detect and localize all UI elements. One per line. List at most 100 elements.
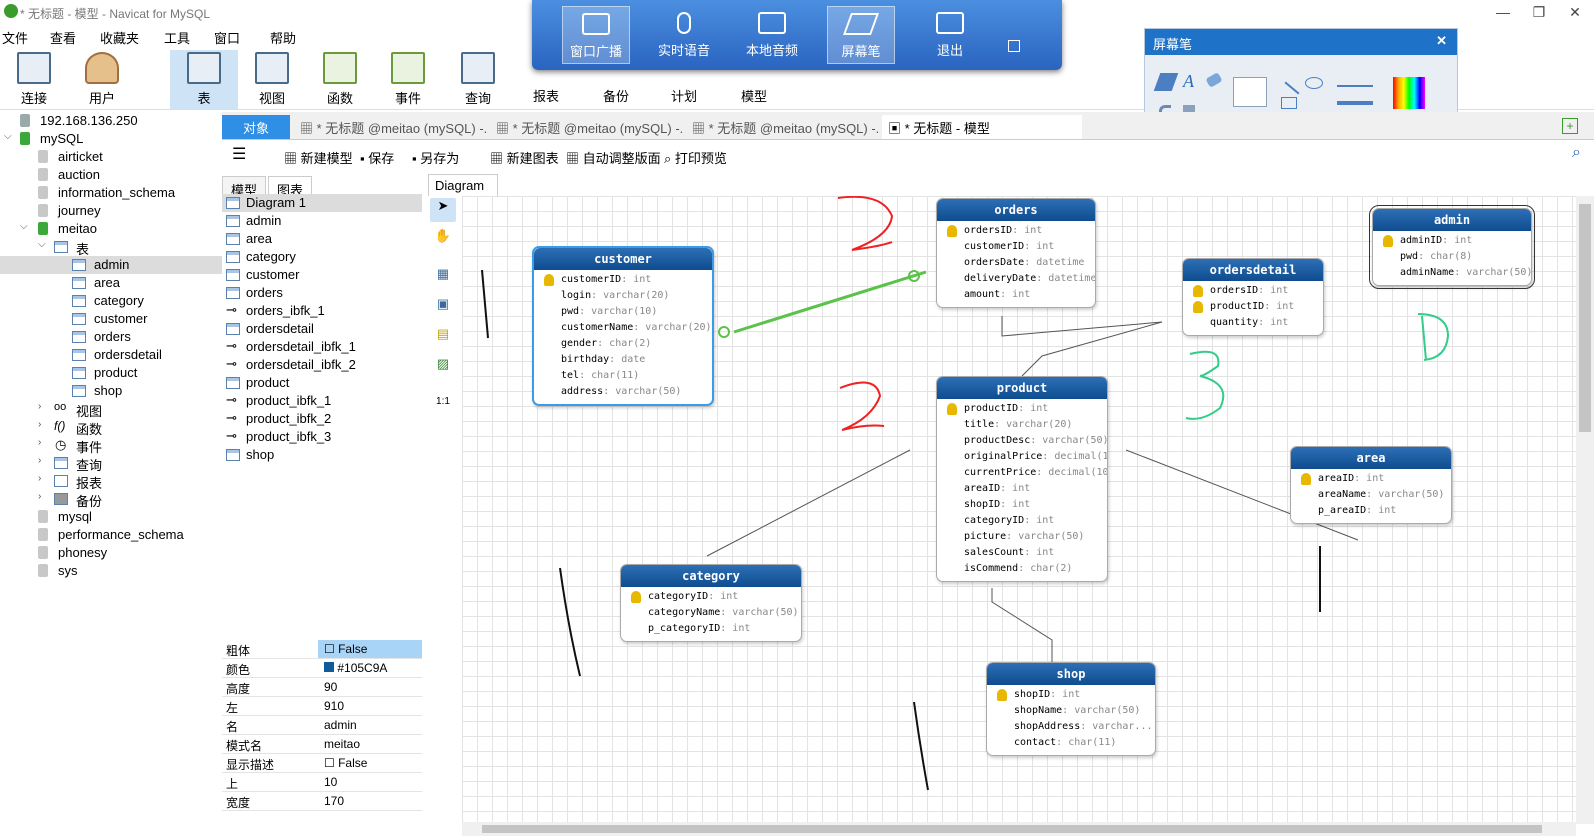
toolbar-model-button[interactable]: 模型 xyxy=(720,86,788,110)
tree-table[interactable]: category xyxy=(0,292,222,310)
field-row[interactable]: ordersID: int xyxy=(937,223,1095,239)
tree-server[interactable]: 192.168.136.250 xyxy=(0,112,222,130)
menu-tools[interactable]: 工具 xyxy=(164,28,190,47)
field-row[interactable]: isCommend: char(2) xyxy=(937,561,1107,577)
tree-table[interactable]: admin xyxy=(0,256,222,274)
relation-product-ordersdetail[interactable] xyxy=(1021,321,1163,377)
tree-table[interactable]: customer xyxy=(0,310,222,328)
toolbar-user-button[interactable]: 用户 xyxy=(68,50,136,110)
list-item-foreign-key[interactable]: ⊸ orders_ibfk_1 xyxy=(222,302,422,320)
new-diagram-button[interactable]: ▦ 新建图表 xyxy=(490,148,559,167)
field-row[interactable]: quantity: int xyxy=(1183,315,1323,331)
scrollbar-thumb[interactable] xyxy=(1579,204,1591,432)
tree-db-active[interactable]: ⌵ meitao xyxy=(0,220,222,238)
hand-tool-icon[interactable]: ✋ xyxy=(430,228,456,252)
tab-query[interactable]: ▦ * 无标题 @meitao (mySQL) -... xyxy=(294,115,488,139)
prop-row-color[interactable]: 颜色 #105C9A xyxy=(222,659,422,678)
field-row[interactable]: categoryID: int xyxy=(621,589,801,605)
field-row[interactable]: customerID: int xyxy=(937,239,1095,255)
rectangle-tool-icon[interactable] xyxy=(1281,97,1297,109)
brush-icon[interactable] xyxy=(1233,77,1267,107)
eraser-icon[interactable] xyxy=(1205,72,1223,88)
toolbar-view-button[interactable]: 视图 xyxy=(238,50,306,110)
entity-category[interactable]: category categoryID: int categoryName: v… xyxy=(620,564,802,642)
field-row[interactable]: login: varchar(20) xyxy=(534,288,712,304)
new-table-tool-icon[interactable]: ▦ xyxy=(430,266,456,290)
field-row[interactable]: shopName: varchar(50) xyxy=(987,703,1155,719)
tree-table[interactable]: ordersdetail xyxy=(0,346,222,364)
hamburger-menu-icon[interactable]: ☰ xyxy=(232,144,246,164)
prop-value[interactable]: 170 xyxy=(324,794,344,808)
list-item-foreign-key[interactable]: ⊸ ordersdetail_ibfk_2 xyxy=(222,356,422,374)
field-row[interactable]: ordersID: int xyxy=(1183,283,1323,299)
field-row[interactable]: title: varchar(20) xyxy=(937,417,1107,433)
prop-value[interactable]: 910 xyxy=(324,699,344,713)
prop-row-schema[interactable]: 模式名 meitao xyxy=(222,735,422,754)
prop-value[interactable]: #105C9A xyxy=(324,661,387,675)
save-as-button[interactable]: ▪ 另存为 xyxy=(412,148,459,167)
local-audio-button[interactable]: 本地音频 xyxy=(738,6,806,64)
field-row[interactable]: shopAddress: varchar... xyxy=(987,719,1155,735)
prop-row-bold[interactable]: 粗体 ☐ False xyxy=(222,640,422,659)
field-row[interactable]: customerID: int xyxy=(534,272,712,288)
tree-node-events[interactable]: › ◷ 事件 xyxy=(0,436,222,455)
screen-pen-button[interactable]: 屏幕笔 xyxy=(827,6,895,64)
tab-model[interactable]: ▣ * 无标题 - 模型 xyxy=(882,115,1082,139)
new-view-tool-icon[interactable]: ▣ xyxy=(430,296,456,320)
window-broadcast-button[interactable]: 窗口广播 xyxy=(562,6,630,64)
print-preview-button[interactable]: ⌕ 打印预览 xyxy=(664,148,727,167)
tab-diagram-1[interactable]: Diagram 1 xyxy=(428,174,498,208)
tree-table[interactable]: area xyxy=(0,274,222,292)
close-button[interactable]: ✕ xyxy=(1560,4,1590,21)
field-row[interactable]: deliveryDate: datetime xyxy=(937,271,1095,287)
list-item-table[interactable]: product xyxy=(222,374,422,392)
field-row[interactable]: amount: int xyxy=(937,287,1095,303)
prop-value[interactable]: ☐ False xyxy=(324,756,367,770)
entity-orders[interactable]: orders ordersID: int customerID: int ord… xyxy=(936,198,1096,308)
tree-db[interactable]: mysql xyxy=(0,508,222,526)
tree-node-queries[interactable]: › 查询 xyxy=(0,454,222,473)
field-row[interactable]: address: varchar(50) xyxy=(534,384,712,400)
field-row[interactable]: p_areaID: int xyxy=(1291,503,1451,519)
list-item-table[interactable]: admin xyxy=(222,212,422,230)
entity-product[interactable]: product productID: int title: varchar(20… xyxy=(936,376,1108,582)
field-row[interactable]: productID: int xyxy=(1183,299,1323,315)
text-tool-icon[interactable]: A xyxy=(1183,71,1194,92)
list-item-table[interactable]: customer xyxy=(222,266,422,284)
exit-broadcast-button[interactable]: 退出 xyxy=(916,6,984,64)
tree-table[interactable]: shop xyxy=(0,382,222,400)
prop-row-name[interactable]: 名 admin xyxy=(222,716,422,735)
pen-close-button[interactable]: ✕ xyxy=(1436,33,1447,49)
prop-value[interactable]: meitao xyxy=(324,737,360,751)
field-row[interactable]: contact: char(11) xyxy=(987,735,1155,751)
zoom-reset-icon[interactable]: 1:1 xyxy=(430,396,456,420)
field-row[interactable]: adminID: int xyxy=(1373,233,1531,249)
scrollbar-thumb[interactable] xyxy=(482,825,1542,833)
field-row[interactable]: birthday: date xyxy=(534,352,712,368)
tab-objects[interactable]: 对象 xyxy=(222,115,290,139)
pin-icon[interactable] xyxy=(1008,40,1020,52)
new-model-button[interactable]: ▦ 新建模型 xyxy=(284,148,353,167)
field-row[interactable]: areaID: int xyxy=(937,481,1107,497)
field-row[interactable]: p_categoryID: int xyxy=(621,621,801,637)
relation-orders-ordersdetail[interactable] xyxy=(1001,316,1163,337)
tree-node-functions[interactable]: › f() 函数 xyxy=(0,418,222,437)
entity-admin[interactable]: admin adminID: int pwd: char(8) adminNam… xyxy=(1369,205,1535,289)
field-row[interactable]: categoryID: int xyxy=(937,513,1107,529)
list-item-foreign-key[interactable]: ⊸ product_ibfk_1 xyxy=(222,392,422,410)
list-item-table[interactable]: category xyxy=(222,248,422,266)
list-item-foreign-key[interactable]: ⊸ product_ibfk_3 xyxy=(222,428,422,446)
prop-row-top[interactable]: 上 10 xyxy=(222,773,422,792)
toolbar-schedule-button[interactable]: 计划 xyxy=(650,86,718,110)
field-row[interactable]: areaName: varchar(50) xyxy=(1291,487,1451,503)
live-voice-button[interactable]: 实时语音 xyxy=(650,6,718,64)
toolbar-query-button[interactable]: 查询 xyxy=(444,50,512,110)
maximize-button[interactable]: ❐ xyxy=(1524,4,1554,21)
tree-node-backups[interactable]: › 备份 xyxy=(0,490,222,509)
prop-row-left[interactable]: 左 910 xyxy=(222,697,422,716)
field-row[interactable]: pwd: char(8) xyxy=(1373,249,1531,265)
image-tool-icon[interactable]: ▨ xyxy=(430,356,456,380)
entity-customer[interactable]: customer customerID: int login: varchar(… xyxy=(532,246,714,406)
tree-node-reports[interactable]: › 报表 xyxy=(0,472,222,491)
note-tool-icon[interactable]: ▤ xyxy=(430,326,456,350)
